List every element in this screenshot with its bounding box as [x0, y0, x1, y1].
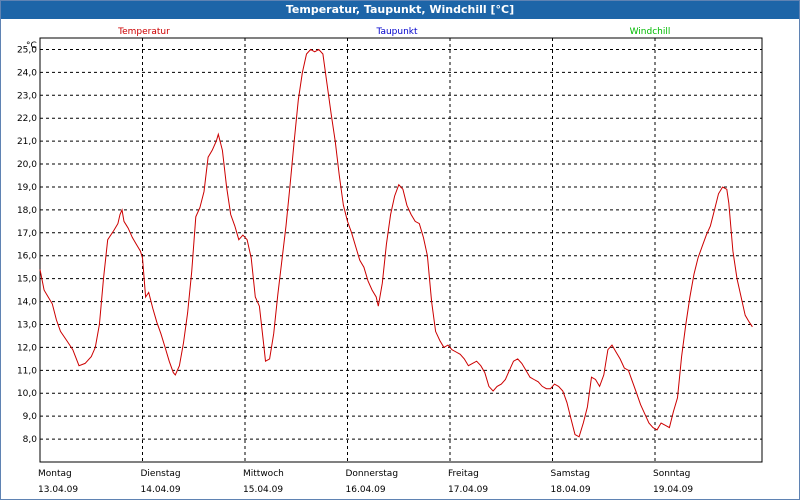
line-chart: 25,024,023,022,021,020,019,018,017,016,0… — [17, 27, 763, 495]
y-tick-label: 10,0 — [17, 389, 37, 399]
grid — [40, 38, 762, 462]
x-tick-date-label: 13.04.09 — [38, 485, 78, 495]
x-tick-date-label: 16.04.09 — [346, 485, 386, 495]
legend-taupunkt: Taupunkt — [375, 27, 418, 37]
legend-temperatur: Temperatur — [117, 27, 170, 37]
y-tick-label: 9,0 — [23, 412, 38, 422]
x-tick-day-label: Donnerstag — [346, 469, 399, 479]
y-tick-label: 8,0 — [23, 435, 38, 445]
y-tick-label: 15,0 — [17, 275, 37, 285]
y-tick-label: 24,0 — [17, 68, 37, 78]
x-tick-date-label: 15.04.09 — [243, 485, 283, 495]
y-tick-label: 19,0 — [17, 183, 37, 193]
x-tick-day-label: Dienstag — [141, 469, 181, 479]
x-tick-day-label: Montag — [38, 469, 72, 479]
series-line-temperatur — [39, 48, 753, 438]
x-tick-date-label: 19.04.09 — [653, 485, 693, 495]
y-tick-label: 12,0 — [17, 343, 37, 353]
y-tick-label: 21,0 — [17, 137, 37, 147]
x-axis-ticks: Montag 13.04.09 Dienstag 14.04.09 Mittwoch 15… — [38, 469, 693, 495]
x-tick-date-label: 14.04.09 — [141, 485, 181, 495]
series-group — [39, 48, 753, 438]
x-tick-day-label: Samstag — [551, 469, 590, 479]
x-tick-day-label: Mittwoch — [243, 469, 284, 479]
y-tick-label: 18,0 — [17, 206, 37, 216]
y-tick-label: 14,0 — [17, 298, 37, 308]
y-tick-label: 22,0 — [17, 114, 37, 124]
x-tick-date-label: 18.04.09 — [551, 485, 591, 495]
x-tick-day-label: Sonntag — [653, 469, 690, 479]
y-tick-label: 20,0 — [17, 160, 37, 170]
y-tick-label: 16,0 — [17, 252, 37, 262]
y-tick-label: 13,0 — [17, 320, 37, 330]
y-axis-ticks: 25,024,023,022,021,020,019,018,017,016,0… — [17, 45, 37, 445]
x-tick-day-label: Freitag — [448, 469, 479, 479]
x-tick-date-label: 17.04.09 — [448, 485, 488, 495]
y-axis-unit-label: °C — [26, 41, 37, 51]
y-tick-label: 17,0 — [17, 229, 37, 239]
y-tick-label: 11,0 — [17, 366, 37, 376]
y-tick-label: 23,0 — [17, 91, 37, 101]
legend-windchill: Windchill — [630, 27, 671, 37]
plot-area — [39, 37, 763, 463]
